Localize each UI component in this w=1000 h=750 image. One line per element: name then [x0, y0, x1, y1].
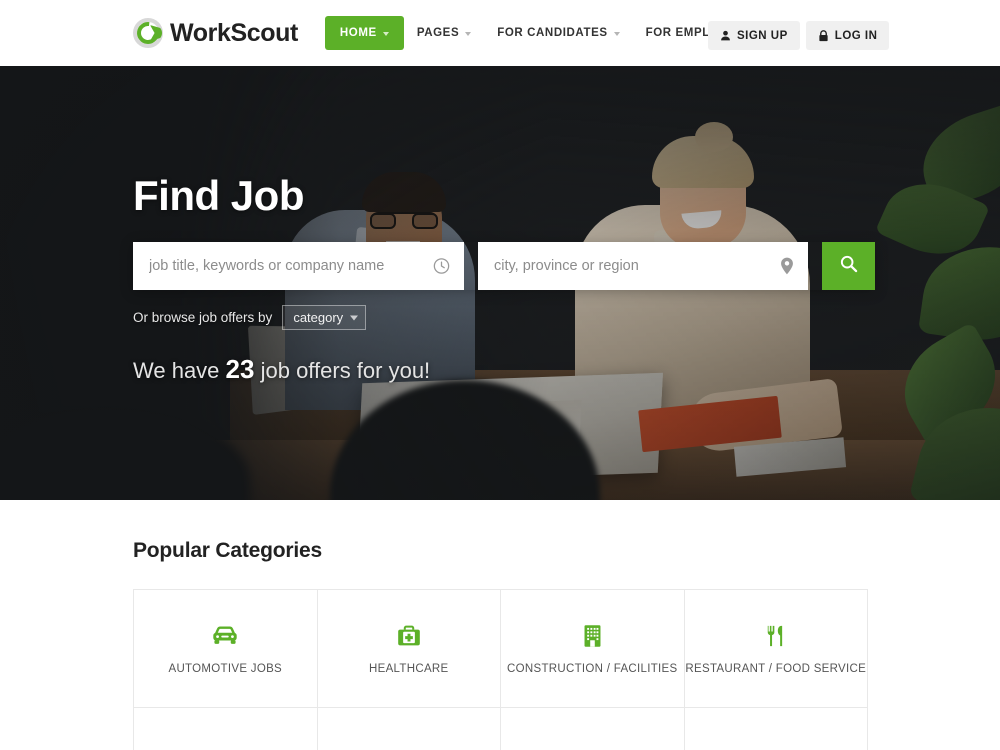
medical-bag-icon: [397, 623, 421, 649]
chevron-down-icon: [350, 315, 359, 320]
job-offers-count-text: We have 23 job offers for you!: [133, 354, 430, 385]
location-field-wrap: [478, 242, 808, 290]
logo-text: WorkScout: [170, 18, 298, 47]
offers-count: 23: [225, 354, 255, 384]
category-card-row2-1[interactable]: [134, 708, 318, 750]
workscout-circle-logo-icon: [132, 17, 164, 49]
category-label: CONSTRUCTION / FACILITIES: [507, 662, 678, 675]
keyword-field-wrap: [133, 242, 464, 290]
hero-section: Find Job Or browse job offers: [0, 66, 1000, 500]
categories-grid: AUTOMOTIVE JOBS HEALTHCARE CONSTRUCTION …: [133, 589, 868, 750]
category-card-construction-facilities[interactable]: CONSTRUCTION / FACILITIES: [501, 590, 685, 708]
building-icon: [583, 623, 602, 649]
cutlery-icon: [765, 623, 787, 649]
nav-item-for-candidates-label: FOR CANDIDATES: [497, 27, 608, 39]
category-card-restaurant-food-service[interactable]: RESTAURANT / FOOD SERVICE: [684, 590, 868, 708]
map-pin-icon: [780, 257, 794, 275]
category-card-row2-2[interactable]: [317, 708, 501, 750]
nav-item-pages-label: PAGES: [416, 27, 460, 39]
category-card-healthcare[interactable]: HEALTHCARE: [317, 590, 501, 708]
category-select[interactable]: category: [282, 305, 367, 330]
search-button[interactable]: [822, 242, 875, 290]
globe-icon: [765, 747, 787, 750]
nav-item-home[interactable]: HOME: [324, 16, 404, 50]
offers-suffix: job offers for you!: [260, 358, 431, 383]
popular-categories-section: Popular Categories AUTOMOTIVE JOBS HEALT…: [0, 500, 1000, 750]
search-icon: [839, 254, 858, 278]
nav-item-home-label: HOME: [339, 27, 377, 39]
category-label: RESTAURANT / FOOD SERVICE: [685, 662, 867, 675]
nav-item-for-candidates[interactable]: FOR CANDIDATES: [484, 17, 632, 49]
chevron-down-icon: [382, 31, 389, 36]
pencil-icon: [399, 747, 419, 750]
clock-icon: [433, 258, 450, 275]
auth-buttons: SIGN UP LOG IN: [708, 21, 890, 50]
monitor-icon: [580, 747, 604, 750]
lock-icon: [819, 29, 828, 41]
log-in-button[interactable]: LOG IN: [805, 21, 890, 50]
nav-item-pages[interactable]: PAGES: [404, 17, 484, 49]
location-input[interactable]: [478, 258, 808, 274]
sign-up-button[interactable]: SIGN UP: [708, 21, 800, 50]
sign-up-label: SIGN UP: [737, 29, 788, 42]
chevron-down-icon: [613, 31, 620, 36]
site-header: WorkScout HOME PAGES FOR CANDIDATES FOR …: [0, 0, 1000, 66]
browse-by-category-row: Or browse job offers by category: [133, 305, 367, 330]
log-in-label: LOG IN: [834, 29, 878, 42]
category-card-row2-4[interactable]: [684, 708, 868, 750]
category-label: HEALTHCARE: [369, 662, 449, 675]
user-icon: [721, 30, 730, 41]
category-label: AUTOMOTIVE JOBS: [168, 662, 283, 675]
car-icon: [212, 623, 238, 649]
offers-prefix: We have: [133, 358, 220, 383]
browse-label: Or browse job offers by: [133, 310, 273, 325]
category-select-value: category: [293, 310, 344, 325]
category-card-automotive-jobs[interactable]: AUTOMOTIVE JOBS: [134, 590, 318, 708]
briefcase-icon: [213, 747, 237, 750]
logo[interactable]: WorkScout: [132, 17, 298, 49]
search-input[interactable]: [133, 258, 464, 274]
popular-categories-title: Popular Categories: [133, 539, 322, 562]
chevron-down-icon: [465, 31, 472, 36]
job-search-bar: [133, 242, 875, 290]
category-card-row2-3[interactable]: [501, 708, 685, 750]
page-title: Find Job: [133, 172, 304, 219]
